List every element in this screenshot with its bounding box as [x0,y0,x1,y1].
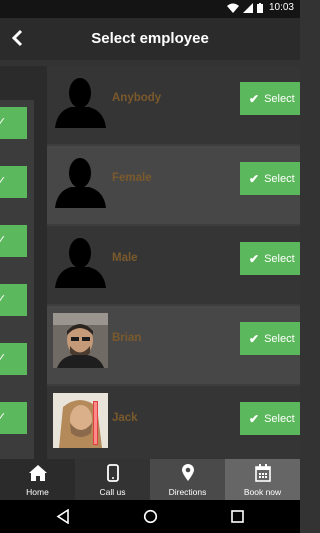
silhouette-avatar [53,153,108,208]
silhouette-avatar [53,233,108,288]
silhouette-avatar [53,73,108,128]
select-button[interactable]: ✔ Select [240,82,300,115]
previous-select-button[interactable]: ✓ [0,225,27,257]
employee-row-brian[interactable]: Brian ✔ Select [47,306,300,384]
employee-photo [53,393,108,448]
previous-select-button[interactable]: ✓ [0,343,27,375]
nav-home[interactable]: Home [0,459,75,500]
bottom-nav: Home Call us Directions Book now [0,459,300,500]
home-circle-icon[interactable] [143,509,158,524]
nav-directions[interactable]: Directions [150,459,225,500]
check-icon: ✔ [249,91,260,106]
previous-select-button[interactable]: ✓ [0,284,27,316]
nav-label: Directions [168,487,207,497]
select-label: Select [264,172,295,185]
system-nav-bar [0,500,300,533]
select-label: Select [264,92,295,105]
employee-name: Brian [112,332,142,344]
previous-select-button[interactable]: ✓ [0,107,27,139]
employee-row-jack[interactable]: Jack ✔ Select [47,386,300,459]
employee-name: Male [112,252,138,264]
employee-name: Anybody [112,92,162,104]
select-button[interactable]: ✔ Select [240,242,300,275]
check-icon: ✔ [249,171,260,186]
status-bar: 10:03 [0,0,300,18]
signal-icon [242,2,253,13]
employee-name: Female [112,172,152,184]
select-button[interactable]: ✔ Select [240,402,300,435]
nav-call-us[interactable]: Call us [75,459,150,500]
phone-icon [106,464,119,482]
wifi-icon [226,3,239,13]
select-button[interactable]: ✔ Select [240,162,300,195]
previous-select-button[interactable]: ✓ [0,402,27,434]
status-icons: 10:03 [226,2,294,13]
employee-row-female[interactable]: Female ✔ Select [47,146,300,224]
select-label: Select [264,252,295,265]
calendar-icon [254,464,271,482]
check-icon: ✔ [249,251,260,266]
select-button[interactable]: ✔ Select [240,322,300,355]
employee-row-anybody[interactable]: Anybody ✔ Select [47,66,300,144]
battery-icon [256,2,263,13]
employee-list: Anybody ✔ Select Female ✔ Select Male ✔ … [47,66,300,459]
nav-book-now[interactable]: Book now [225,459,300,500]
previous-select-button[interactable]: ✓ [0,166,27,198]
home-icon [28,465,47,481]
map-pin-icon [181,464,194,481]
previous-view-panel: ✓ ✓ ✓ ✓ ✓ ✓ [0,66,47,459]
check-icon: ✔ [249,331,260,346]
employee-row-male[interactable]: Male ✔ Select [47,226,300,304]
back-triangle-icon[interactable] [56,509,70,524]
status-time: 10:03 [268,2,294,13]
app-header: Select employee [0,18,300,60]
nav-label: Call us [99,487,126,497]
previous-view-list: ✓ ✓ ✓ ✓ ✓ ✓ [0,100,34,459]
check-icon: ✔ [249,411,260,426]
nav-label: Book now [243,487,282,497]
employee-photo [53,313,108,368]
recents-square-icon[interactable] [231,510,244,523]
nav-label: Home [26,487,49,497]
employee-name: Jack [112,412,138,424]
select-label: Select [264,332,295,345]
page-title: Select employee [91,30,209,47]
select-label: Select [264,412,295,425]
